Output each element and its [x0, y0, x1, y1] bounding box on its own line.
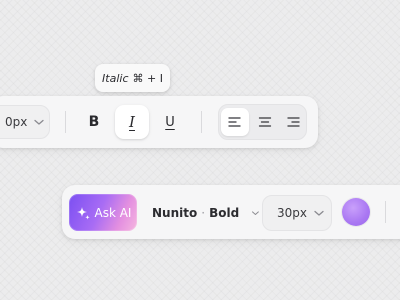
font-family-select[interactable]: Nunito · Bold [152, 195, 260, 231]
font-size-select[interactable]: 30px [262, 195, 332, 231]
alignment-group [218, 104, 307, 140]
font-weight-value: Bold [209, 206, 240, 220]
text-format-toolbar: 0px B I U [0, 96, 318, 148]
toolbar-divider [385, 201, 386, 223]
italic-button[interactable]: I [115, 105, 149, 139]
ai-font-toolbar: Ask AI Nunito · Bold 30px [62, 185, 400, 239]
toolbar-divider [65, 111, 66, 133]
align-right-button[interactable] [279, 108, 307, 136]
tooltip-shortcut: ⌘ + I [132, 71, 163, 85]
text-color-swatch[interactable] [342, 198, 370, 226]
ask-ai-button[interactable]: Ask AI [69, 194, 137, 231]
align-right-icon [287, 117, 300, 127]
font-size-value: 0px [5, 115, 28, 129]
italic-tooltip: Italic ⌘ + I [95, 64, 170, 92]
align-left-button[interactable] [221, 108, 249, 136]
bold-button[interactable]: B [77, 105, 111, 139]
underline-button[interactable]: U [153, 105, 187, 139]
align-center-icon [258, 117, 272, 127]
underline-icon: U [165, 114, 175, 130]
align-center-button[interactable] [251, 108, 279, 136]
font-family-value: Nunito [152, 206, 198, 220]
tooltip-label: Italic [102, 71, 129, 85]
sparkle-icon [76, 206, 90, 220]
ask-ai-label: Ask AI [94, 205, 132, 220]
toolbar-divider [201, 111, 202, 133]
font-separator: · [201, 206, 206, 220]
chevron-down-icon [314, 210, 324, 216]
font-size-select[interactable]: 0px [0, 105, 50, 139]
bold-icon: B [88, 114, 100, 130]
align-left-icon [228, 117, 241, 127]
chevron-down-icon [34, 119, 45, 125]
font-size-value: 30px [277, 206, 307, 220]
chevron-down-icon [252, 211, 260, 215]
italic-icon: I [129, 113, 135, 131]
